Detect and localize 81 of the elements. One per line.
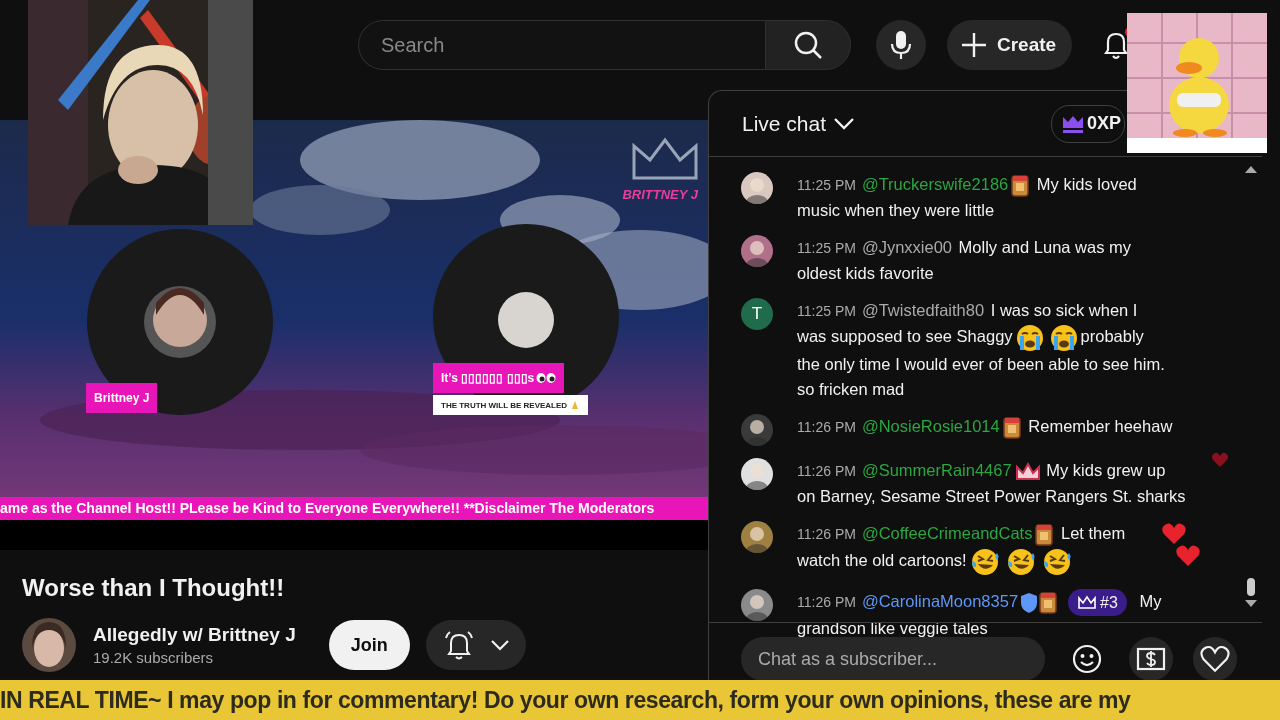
- message-time: 11:26 PM: [797, 594, 856, 610]
- live-chat-dropdown[interactable]: Live chat: [742, 111, 855, 136]
- message-text: was supposed to see Shaggy: [797, 327, 1013, 346]
- xp-count: 0XP: [1086, 113, 1121, 134]
- message-text: My: [1139, 592, 1162, 610]
- crying-emoji-icon: [1015, 324, 1044, 352]
- search-field[interactable]: Search: [358, 20, 765, 70]
- message-text: I was so sick when I: [990, 301, 1138, 319]
- voice-search-button[interactable]: [876, 20, 926, 70]
- plus-icon: [961, 32, 987, 58]
- chat-input[interactable]: Chat as a subscriber...: [741, 637, 1045, 681]
- message-text: the only time I would ever of been able to see him.: [797, 355, 1165, 373]
- join-button[interactable]: Join: [328, 620, 410, 670]
- bell-icon: [442, 629, 475, 661]
- scroll-down-icon[interactable]: [1245, 600, 1257, 608]
- name-tag: Brittney J: [86, 383, 158, 413]
- rank-badge: #3: [1068, 589, 1127, 617]
- search-icon: [793, 30, 823, 60]
- laughing-emoji-icon: [1005, 547, 1036, 577]
- message-time: 11:26 PM: [797, 526, 856, 542]
- smiley-icon: [1072, 644, 1102, 674]
- user-avatar: T: [741, 298, 773, 330]
- laughing-emoji-icon: [969, 547, 1000, 577]
- scrolling-ticker: IN REAL TIME~ I may pop in for commentary! Do your own research, form your own opinions, these are my: [0, 680, 1280, 720]
- subtitle-text: THE TRUTH WILL BE REVEALED: [441, 400, 568, 410]
- create-button[interactable]: Create: [947, 20, 1073, 70]
- crown-icon: [1077, 594, 1098, 611]
- scroll-up-icon[interactable]: [1245, 165, 1257, 173]
- super-chat-button[interactable]: [1129, 637, 1173, 681]
- message-text: Molly and Luna was my: [958, 238, 1132, 256]
- scrolling-ticker: ame as the Channel Host!! PLease be Kind to Everyone Everywhere!! **Disclaimer The Moderators: [0, 497, 708, 520]
- chat-author[interactable]: @Twistedfaith80: [861, 301, 985, 319]
- message-text: probably: [1080, 327, 1144, 346]
- heart-icon: [1211, 452, 1229, 468]
- laughing-emoji-icon: [1041, 547, 1072, 577]
- praying-hands-icon: [570, 400, 581, 410]
- crown-badge-icon: [1013, 460, 1042, 483]
- message-text: Remember heehaw: [1028, 417, 1173, 435]
- member-badge-icon: [1001, 415, 1024, 440]
- video-title: Worse than I Thought!!: [22, 574, 286, 602]
- search-button[interactable]: [765, 20, 851, 70]
- subscriber-count: 19.2K subscribers: [93, 649, 215, 666]
- chat-author[interactable]: @CarolinaMoon8357: [861, 592, 1019, 610]
- chevron-down-icon: [490, 639, 509, 651]
- dollar-bill-icon: [1136, 647, 1166, 671]
- message-text: oldest kids favorite: [797, 264, 934, 282]
- chat-author[interactable]: @Jynxxie00: [861, 238, 952, 256]
- message-time: 11:26 PM: [797, 419, 856, 435]
- chat-author[interactable]: @CoffeeCrimeandCats: [861, 524, 1033, 542]
- crying-emoji-icon: [1049, 324, 1078, 352]
- heart-icon: [1200, 645, 1230, 673]
- chevron-down-icon: [834, 117, 855, 130]
- xp-chip[interactable]: 0XP: [1050, 104, 1125, 143]
- chat-author[interactable]: @SummerRain4467: [861, 461, 1012, 479]
- message-text: watch the old cartoons!: [797, 551, 967, 570]
- message-text: on Barney, Sesame Street Power Rangers St. sharks: [797, 487, 1186, 505]
- message-text: Let them: [1061, 524, 1126, 542]
- channel-name[interactable]: Allegedly w/ Brittney J: [93, 624, 296, 646]
- scrollbar-thumb[interactable]: [1247, 578, 1255, 596]
- crown-icon: [1061, 114, 1084, 133]
- moderator-shield-icon: [1020, 591, 1039, 614]
- heart-icon: [1161, 522, 1187, 546]
- chat-author[interactable]: @Truckerswife2186: [861, 175, 1009, 193]
- message-text: grandson like veggie tales: [797, 619, 988, 638]
- crown-icon: [630, 136, 700, 182]
- message-text: so fricken mad: [797, 380, 905, 398]
- eyes-icon: [536, 373, 557, 383]
- message-text: music when they were little: [797, 201, 995, 219]
- message-time: 11:25 PM: [797, 240, 856, 256]
- notification-bell-button[interactable]: [425, 620, 526, 670]
- chat-author[interactable]: @NosieRosie1014: [861, 417, 1000, 435]
- guest-tag-text: It’s ▯▯▯▯▯▯ ▯▯▯s: [441, 371, 535, 385]
- message-text: My kids grew up: [1046, 461, 1166, 479]
- message-time: 11:26 PM: [797, 463, 856, 479]
- host-overlay-text: BRITTNEY J: [622, 187, 698, 202]
- message-time: 11:25 PM: [797, 177, 856, 193]
- like-button[interactable]: [1193, 637, 1237, 681]
- microphone-icon: [890, 30, 912, 60]
- heart-icon: [1175, 544, 1201, 568]
- message-text: My kids loved: [1036, 175, 1137, 193]
- message-time: 11:25 PM: [797, 303, 856, 319]
